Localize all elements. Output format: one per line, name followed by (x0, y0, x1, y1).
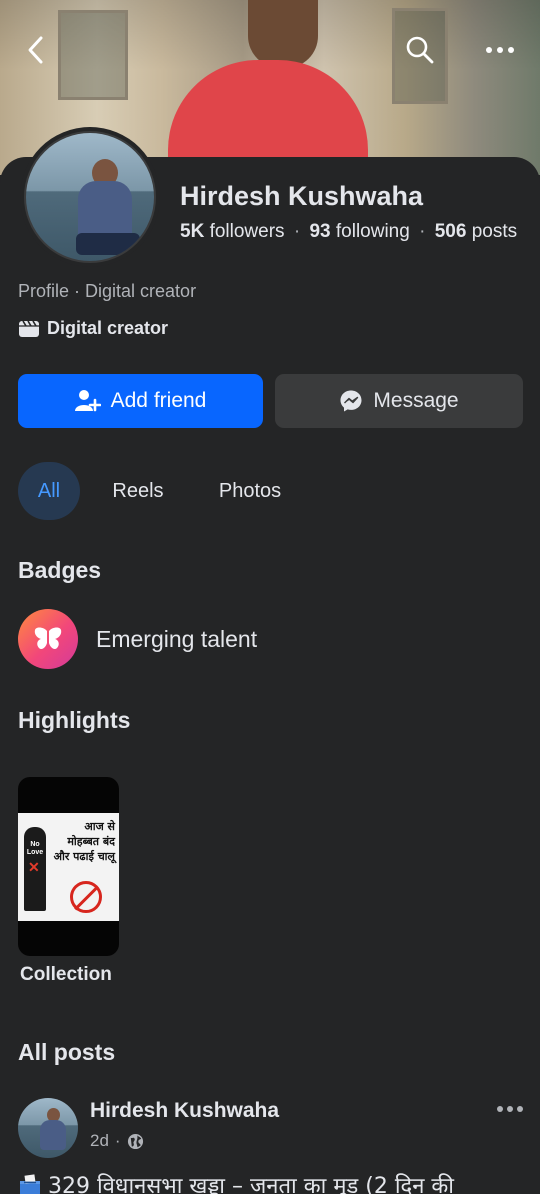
no-love-label: No Love (26, 841, 44, 856)
profile-category: Digital creator (18, 318, 168, 339)
badges-heading: Badges (18, 557, 102, 583)
search-icon (406, 36, 434, 64)
stats-separator: · (419, 221, 426, 242)
post-text: 329 विधानसभा खड्डा – जनता का मूड (2 दिन … (18, 1170, 538, 1194)
profile-subtitle: Profile · Digital creator (18, 281, 197, 301)
chevron-left-icon (28, 36, 43, 64)
add-friend-label: Add friend (110, 389, 207, 412)
highlight-thumbnail: आज से मोहब्बत बंद और पढाई चालू No Love ✕ (18, 813, 119, 921)
stats-separator: · (293, 221, 301, 242)
add-friend-button[interactable]: Add friend (18, 374, 263, 428)
category-label: Digital creator (47, 318, 169, 338)
search-button[interactable] (396, 26, 444, 74)
cover-window (58, 10, 128, 100)
profile-avatar[interactable] (20, 127, 160, 267)
cover-head (248, 0, 318, 68)
globe-icon[interactable] (127, 1133, 144, 1150)
more-horizontal-icon (497, 1106, 523, 1112)
ballot-box-icon (20, 1174, 40, 1194)
add-friend-icon (74, 390, 101, 412)
post-text-body: 329 विधानसभा खड्डा – जनता का मूड (2 दिन … (48, 1174, 455, 1194)
clapperboard-icon (19, 320, 39, 337)
profile-tabs: All Reels Photos (18, 462, 304, 520)
badge-icon-emerging-talent[interactable] (18, 609, 78, 669)
followers-count[interactable]: 5K (180, 221, 204, 242)
more-options-button[interactable] (476, 26, 524, 74)
highlight-collection[interactable]: आज से मोहब्बत बंद और पढाई चालू No Love ✕ (18, 777, 119, 956)
post-author-name[interactable]: Hirdesh Kushwaha (90, 1099, 279, 1123)
post-author-avatar[interactable] (18, 1098, 78, 1158)
posts-count: 506 (434, 221, 467, 242)
back-button[interactable] (12, 26, 60, 74)
all-posts-heading: All posts (18, 1039, 116, 1065)
x-mark-icon: ✕ (28, 859, 40, 875)
tab-photos[interactable]: Photos (196, 462, 304, 520)
followers-label[interactable]: followers (210, 221, 285, 242)
prohibited-icon (70, 881, 102, 913)
tab-reels[interactable]: Reels (80, 462, 196, 520)
highlight-label[interactable]: Collection (20, 964, 112, 986)
post-time[interactable]: 2d (90, 1131, 109, 1151)
post-meta-separator: · (114, 1131, 121, 1150)
more-horizontal-icon (486, 47, 514, 53)
message-label: Message (373, 389, 459, 412)
posts-label: posts (471, 221, 518, 242)
post-more-button[interactable] (492, 1094, 528, 1124)
badge-label[interactable]: Emerging talent (96, 626, 257, 653)
profile-name: Hirdesh Kushwaha (180, 181, 424, 211)
highlights-heading: Highlights (18, 707, 131, 733)
avatar-image (24, 131, 156, 263)
following-count[interactable]: 93 (309, 221, 330, 242)
following-label[interactable]: following (336, 221, 410, 242)
post-meta: 2d · (90, 1131, 144, 1151)
tab-all[interactable]: All (18, 462, 80, 520)
messenger-icon (340, 390, 362, 412)
profile-stats: 5K followers · 93 following · 506 posts (180, 221, 517, 243)
message-button[interactable]: Message (275, 374, 523, 428)
butterfly-icon (34, 627, 62, 650)
highlight-thumbnail-text: आज से मोहब्बत बंद और पढाई चालू (53, 820, 115, 863)
